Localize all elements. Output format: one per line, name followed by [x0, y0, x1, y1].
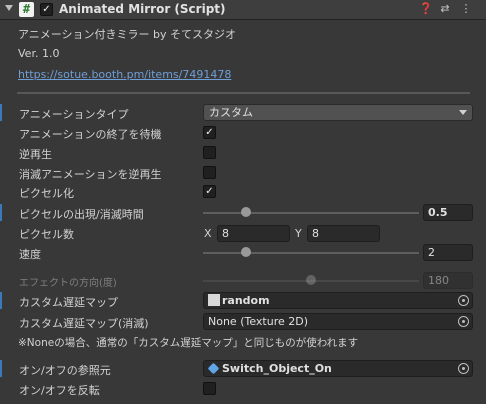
- description-text: アニメーション付きミラー by そてスタジオ: [18, 28, 237, 41]
- invert-toggle-label: オン/オフを反転: [19, 384, 100, 397]
- pixel-count-label: ピクセル数: [19, 228, 74, 241]
- pixel-time-slider-track[interactable]: [203, 212, 419, 214]
- toggle-ref-value: Switch_Object_On: [222, 362, 332, 375]
- reverse-checkbox[interactable]: [203, 146, 216, 159]
- script-icon: #: [19, 2, 34, 17]
- object-picker-icon[interactable]: [458, 363, 469, 374]
- fold-arrow-icon[interactable]: [5, 5, 13, 11]
- reverse-vanish-label: 消滅アニメーションを逆再生: [19, 168, 162, 181]
- pixel-time-slider-thumb[interactable]: [241, 207, 252, 217]
- custom-delay-label: カスタム遅延マップ: [19, 296, 118, 309]
- speed-label: 速度: [19, 248, 41, 261]
- kebab-menu-icon[interactable]: ⋮: [459, 2, 473, 16]
- reverse-label: 逆再生: [19, 148, 52, 161]
- object-picker-icon[interactable]: [458, 316, 469, 327]
- effect-dir-input: 180: [423, 272, 473, 289]
- effect-dir-slider-thumb: [306, 275, 316, 285]
- override-marker: [0, 204, 2, 221]
- object-picker-icon[interactable]: [458, 295, 469, 306]
- pixel-count-y-input[interactable]: 8: [307, 225, 380, 242]
- speed-slider-thumb[interactable]: [241, 247, 252, 257]
- invert-toggle-checkbox[interactable]: [203, 382, 216, 395]
- override-marker: [0, 292, 2, 309]
- custom-delay-vanish-field[interactable]: None (Texture 2D): [203, 313, 473, 330]
- anim-type-value: カスタム: [209, 106, 253, 119]
- speed-input[interactable]: 2: [423, 244, 473, 261]
- gameobject-icon: [207, 362, 220, 375]
- component-enabled-checkbox[interactable]: ✓: [40, 3, 53, 16]
- toggle-ref-label: オン/オフの参照元: [19, 364, 111, 377]
- custom-delay-vanish-label: カスタム遅延マップ(消滅): [19, 317, 149, 330]
- anim-type-dropdown[interactable]: カスタム: [203, 104, 473, 121]
- override-marker: [0, 104, 2, 121]
- pixel-count-x-input[interactable]: 8: [217, 225, 290, 242]
- effect-dir-label: エフェクトの方向(度): [19, 278, 117, 289]
- pixelate-label: ピクセル化: [19, 187, 74, 200]
- custom-delay-field[interactable]: random: [203, 292, 473, 309]
- divider: [17, 92, 470, 94]
- pixelate-checkbox[interactable]: ✓: [203, 185, 216, 198]
- booth-link[interactable]: https://sotue.booth.pm/items/7491478: [18, 68, 231, 81]
- wait-end-label: アニメーションの終了を待機: [19, 128, 162, 141]
- check-icon: ✓: [205, 186, 214, 197]
- chevron-down-icon: [459, 110, 467, 115]
- reverse-vanish-checkbox[interactable]: [203, 166, 216, 179]
- pixel-count-x-label: X: [204, 227, 212, 240]
- note-text: ※Noneの場合、通常の「カスタム遅延マップ」と同じものが使われます: [18, 337, 359, 349]
- toggle-ref-field[interactable]: Switch_Object_On: [203, 360, 473, 377]
- pixel-time-label: ピクセルの出現/消滅時間: [19, 208, 144, 221]
- override-marker: [0, 360, 2, 377]
- check-icon: ✓: [205, 127, 214, 138]
- custom-delay-vanish-value: None (Texture 2D): [208, 315, 309, 328]
- custom-delay-value: random: [222, 294, 270, 307]
- check-icon: ✓: [42, 4, 51, 15]
- preset-icon[interactable]: ⇄: [438, 2, 452, 16]
- texture-icon: [208, 294, 220, 306]
- pixel-count-y-label: Y: [295, 227, 302, 240]
- anim-type-label: アニメーションタイプ: [19, 108, 129, 121]
- speed-slider-track[interactable]: [203, 252, 419, 254]
- pixel-time-input[interactable]: 0.5: [423, 204, 473, 221]
- help-icon[interactable]: ❓: [419, 2, 433, 16]
- wait-end-checkbox[interactable]: ✓: [203, 126, 216, 139]
- component-title: Animated Mirror (Script): [59, 2, 226, 16]
- version-text: Ver. 1.0: [18, 47, 60, 60]
